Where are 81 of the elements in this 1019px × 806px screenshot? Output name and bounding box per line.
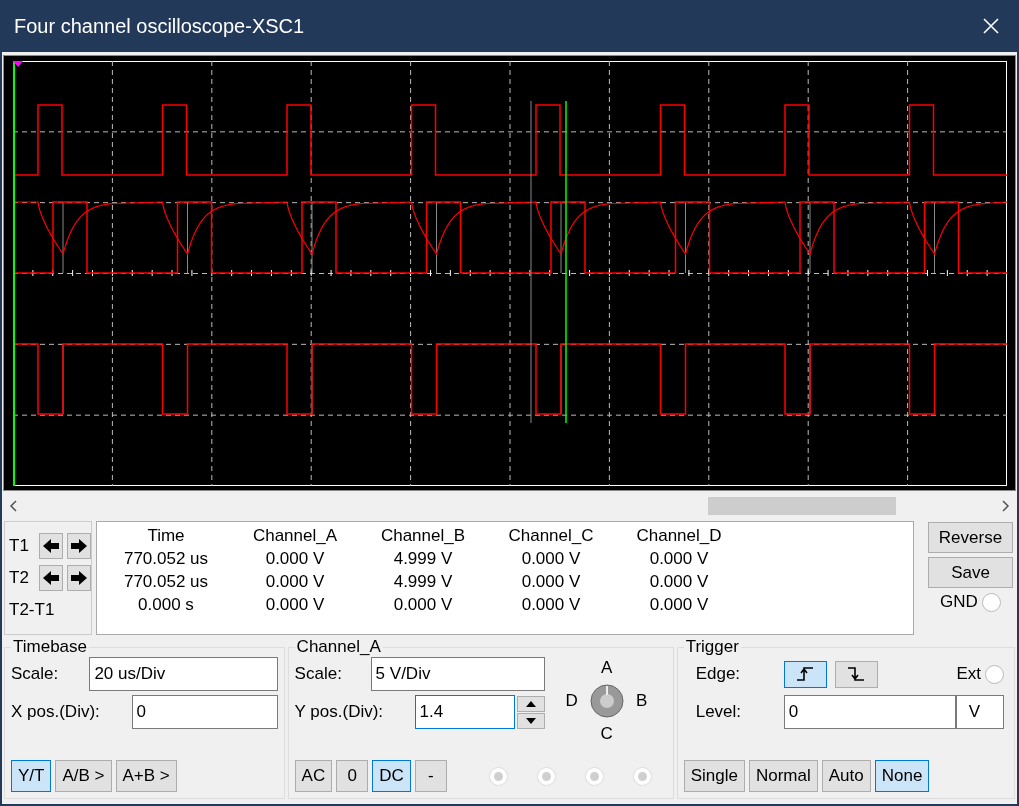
field-label: Scale: [11, 664, 60, 684]
mode-button[interactable]: A+B > [115, 760, 177, 792]
table-cell-text: 4.999 V [392, 572, 454, 593]
table-cell-text: 0.000 V [520, 595, 582, 616]
trigger-mode-button[interactable]: None [874, 760, 930, 792]
field-label: Scale: [294, 664, 343, 684]
scroll-thumb[interactable] [708, 497, 896, 515]
table-cell-text: 0.000 V [648, 572, 710, 593]
coupling-button[interactable]: - [414, 760, 447, 792]
scroll-right-icon[interactable] [1000, 500, 1010, 512]
table-cell-text: 0.000 V [264, 549, 326, 570]
column-header: Channel_B [379, 526, 467, 547]
cursor-right-button[interactable] [67, 565, 91, 591]
table-cell-text: 0.000 V [264, 595, 326, 616]
right-arrow-icon [71, 571, 87, 585]
cursor-label: T2 [9, 568, 30, 588]
group-title: Trigger [684, 637, 740, 657]
input-field[interactable]: 0 [783, 695, 956, 729]
cursor-right-button[interactable] [67, 533, 91, 559]
mode-button[interactable]: Y/T [11, 760, 52, 792]
left-arrow-icon [43, 539, 59, 553]
side-button[interactable]: Save [928, 557, 1013, 588]
table-cell-text: 0.000 V [648, 549, 710, 570]
up-triangle-icon [525, 700, 536, 707]
field-label: Level: [695, 702, 743, 722]
table-cell-text: 0.000 V [264, 572, 326, 593]
cursor-left-button[interactable] [39, 565, 63, 591]
table-cell-text: 4.999 V [392, 549, 454, 570]
trigger-mode-button[interactable]: Single [683, 760, 745, 792]
knob-label: A [600, 658, 613, 678]
cursor-label: T2-T1 [9, 600, 55, 620]
input-field[interactable]: 20 us/Div [89, 657, 278, 691]
gnd-label: GND [940, 592, 978, 612]
field-label: X pos.(Div): [11, 702, 101, 722]
trigger-mode-button[interactable]: Normal [748, 760, 818, 792]
table-cell-text: 770.052 us [122, 572, 210, 593]
table-cell-text: 770.052 us [122, 549, 210, 570]
gnd-radio[interactable] [981, 592, 1001, 612]
knob-label: C [600, 724, 613, 744]
right-arrow-icon [71, 539, 87, 553]
falling-edge-icon [846, 666, 867, 682]
column-header: Time [146, 526, 186, 547]
ext-label: Ext [956, 664, 981, 684]
trigger-mode-button[interactable]: Auto [821, 760, 871, 792]
rising-edge-icon [795, 666, 816, 682]
table-cell-text: 0.000 V [520, 572, 582, 593]
table-cell-text: 0.000 V [648, 595, 710, 616]
coupling-button[interactable]: DC [372, 760, 411, 792]
table-cell-text: 0.000 V [520, 549, 582, 570]
window-title: Four channel oscilloscope-XSC1 [14, 14, 305, 38]
scroll-left-icon[interactable] [9, 500, 19, 512]
column-header: Channel_A [251, 526, 339, 547]
unit-field[interactable]: V [955, 695, 1004, 729]
input-field[interactable]: 5 V/Div [370, 657, 545, 691]
edge-button[interactable] [783, 660, 827, 688]
cursor-left-button[interactable] [39, 533, 63, 559]
field-label: Y pos.(Div): [294, 702, 385, 722]
down-triangle-icon [525, 717, 536, 724]
column-header: Channel_C [507, 526, 595, 547]
edge-button[interactable] [834, 660, 878, 688]
side-button[interactable]: Reverse [928, 522, 1013, 553]
table-cell-text: 0.000 s [137, 595, 195, 616]
ext-radio[interactable] [985, 664, 1004, 684]
coupling-button[interactable]: AC [294, 760, 333, 792]
channel-knob-icon[interactable] [588, 683, 625, 719]
left-arrow-icon [43, 571, 59, 585]
column-header: Channel_D [635, 526, 723, 547]
table-cell-text: 0.000 V [392, 595, 454, 616]
input-field[interactable]: 0 [131, 695, 278, 729]
knob-label: D [565, 691, 578, 711]
close-icon[interactable] [983, 18, 999, 34]
cursor-label: T1 [9, 536, 30, 556]
knob-label: B [635, 691, 648, 711]
field-label: Edge: [695, 664, 742, 684]
mode-button[interactable]: A/B > [55, 760, 112, 792]
group-title: Timebase [12, 637, 88, 657]
input-field[interactable]: 1.4 [414, 695, 515, 729]
group-title: Channel_A [295, 637, 382, 657]
coupling-button[interactable]: 0 [336, 760, 369, 792]
spin-down-button[interactable] [516, 712, 545, 729]
spin-up-button[interactable] [516, 695, 545, 712]
